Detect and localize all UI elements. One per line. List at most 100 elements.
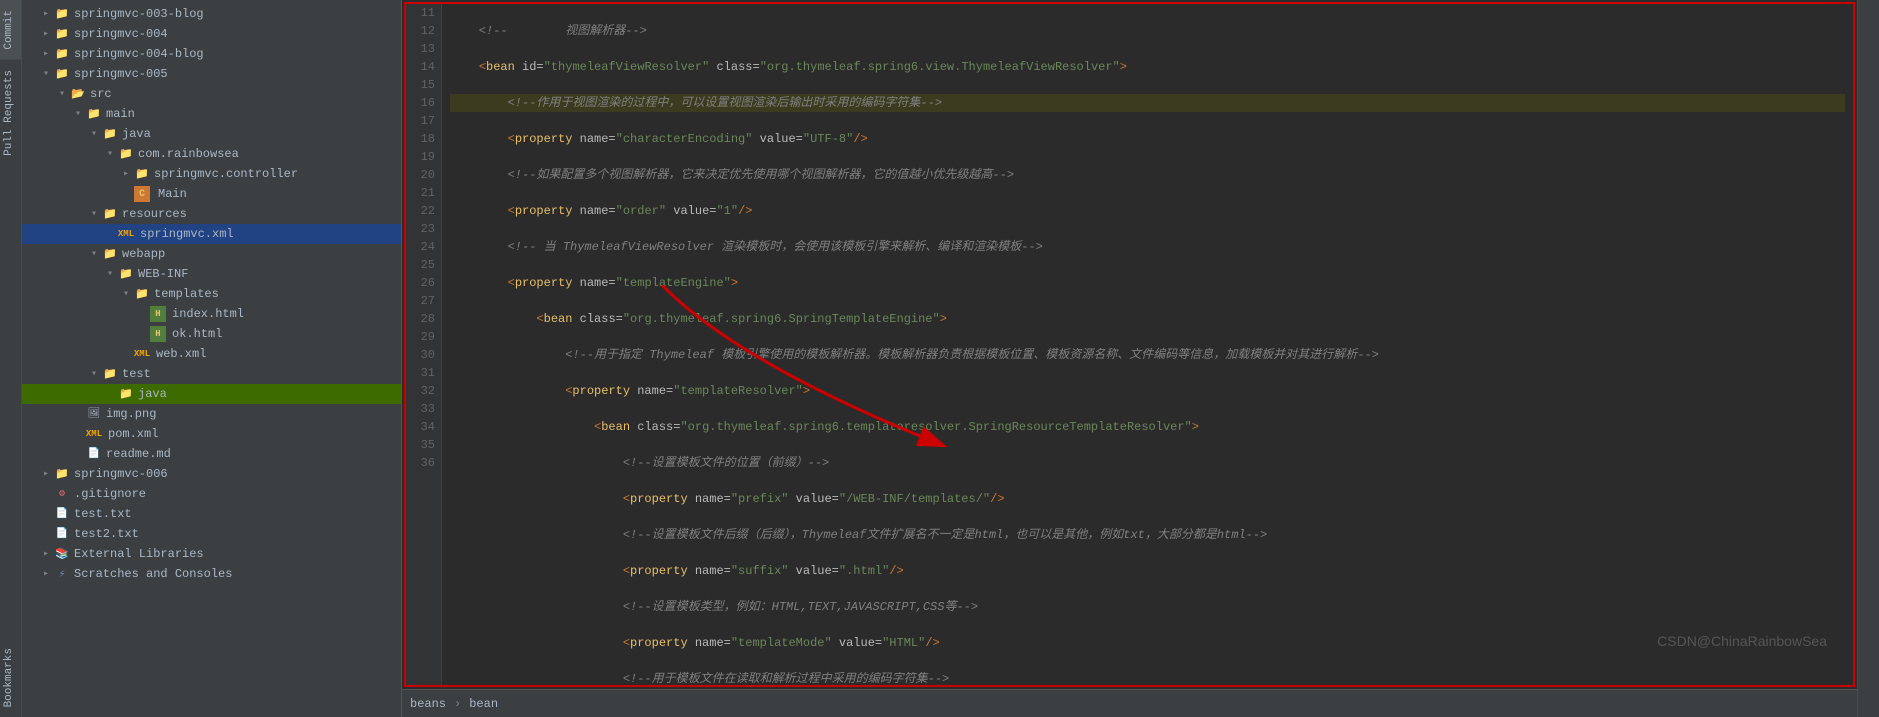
code-line-12: <bean id="thymeleafViewResolver" class="…	[450, 58, 1845, 76]
tree-label: test.txt	[74, 507, 132, 521]
scratches-icon: ⚡	[54, 566, 70, 582]
code-line-25: <!--设置模板文件后缀（后缀），Thymeleaf文件扩展名不一定是html，…	[450, 526, 1845, 544]
tree-label: springmvc-005	[74, 67, 168, 81]
img-file-icon: 🖼	[86, 406, 102, 422]
code-line-26: <property name="suffix" value=".html"/>	[450, 562, 1845, 580]
tree-item-resources[interactable]: 📁 resources	[22, 204, 401, 224]
folder-icon: 📁	[118, 146, 134, 162]
tree-item-index-html[interactable]: H index.html	[22, 304, 401, 324]
folder-icon: 📁	[118, 266, 134, 282]
tree-item-java[interactable]: 📁 java	[22, 124, 401, 144]
tree-item-scratches[interactable]: ⚡ Scratches and Consoles	[22, 564, 401, 584]
tree-arrow	[86, 128, 102, 140]
tree-item-gitignore[interactable]: ⚙ .gitignore	[22, 484, 401, 504]
tree-item-test-java[interactable]: 📁 java	[22, 384, 401, 404]
right-tool-strip	[1857, 0, 1879, 717]
xml-file-icon: XML	[86, 426, 102, 442]
tree-item-springmvc-003-blog[interactable]: 📁 springmvc-003-blog	[22, 4, 401, 24]
breadcrumb-bean: bean	[469, 697, 498, 711]
tree-arrow	[118, 168, 134, 180]
tree-item-pom-xml[interactable]: XML pom.xml	[22, 424, 401, 444]
tree-item-templates[interactable]: 📁 templates	[22, 284, 401, 304]
code-line-29: <!--用于模板文件在读取和解析过程中采用的编码字符集-->	[450, 670, 1845, 685]
tree-arrow	[86, 248, 102, 260]
editor-wrapper: 11 12 13 14 15 16 17 18 19 20 21 22 23 2…	[402, 0, 1857, 689]
scratches-label: Scratches and Consoles	[74, 567, 232, 581]
tree-arrow	[102, 268, 118, 280]
folder-src-icon: 📂	[70, 86, 86, 102]
tree-arrow	[86, 368, 102, 380]
java-file-icon: C	[134, 186, 150, 202]
editor-area: 11 12 13 14 15 16 17 18 19 20 21 22 23 2…	[404, 2, 1855, 687]
pull-requests-tool[interactable]: Pull Requests	[0, 60, 21, 166]
tree-item-img-png[interactable]: 🖼 img.png	[22, 404, 401, 424]
tree-item-readme-md[interactable]: 📄 readme.md	[22, 444, 401, 464]
folder-icon: 📁	[102, 246, 118, 262]
tree-item-WEB-INF[interactable]: 📁 WEB-INF	[22, 264, 401, 284]
folder-icon: 📁	[54, 46, 70, 62]
breadcrumb-beans: beans	[410, 697, 446, 711]
tree-item-test2-txt[interactable]: 📄 test2.txt	[22, 524, 401, 544]
tree-item-main[interactable]: 📁 main	[22, 104, 401, 124]
folder-icon: 📁	[102, 206, 118, 222]
folder-java-icon: 📁	[102, 126, 118, 142]
tree-item-test[interactable]: 📁 test	[22, 364, 401, 384]
code-line-22: <bean class="org.thymeleaf.spring6.templ…	[450, 418, 1845, 436]
tree-label: ok.html	[172, 327, 222, 341]
tree-item-web-xml[interactable]: XML web.xml	[22, 344, 401, 364]
tree-item-ok-html[interactable]: H ok.html	[22, 324, 401, 344]
bookmarks-tool[interactable]: Bookmarks	[0, 638, 21, 717]
tree-label: springmvc.controller	[154, 167, 298, 181]
tree-label: resources	[122, 207, 187, 221]
code-line-19: <bean class="org.thymeleaf.spring6.Sprin…	[450, 310, 1845, 328]
project-sidebar: 📁 springmvc-003-blog 📁 springmvc-004 📁 s…	[22, 0, 402, 717]
tree-item-webapp[interactable]: 📁 webapp	[22, 244, 401, 264]
tree-label: springmvc-004-blog	[74, 47, 204, 61]
txt-file-icon: 📄	[54, 526, 70, 542]
tree-arrow	[38, 48, 54, 60]
tree-label: springmvc.xml	[140, 227, 234, 241]
tree-arrow	[38, 548, 54, 560]
tree-item-external-libraries[interactable]: 📚 External Libraries	[22, 544, 401, 564]
tree-item-springmvc-005[interactable]: 📁 springmvc-005	[22, 64, 401, 84]
tree-label: readme.md	[106, 447, 171, 461]
breadcrumb-bar: beans › bean	[402, 689, 1857, 717]
tree-arrow	[70, 108, 86, 120]
tree-item-springmvc-006[interactable]: 📁 springmvc-006	[22, 464, 401, 484]
code-line-11: <!-- 视图解析器-->	[450, 22, 1845, 40]
tree-arrow	[38, 568, 54, 580]
tree-item-test-txt[interactable]: 📄 test.txt	[22, 504, 401, 524]
html-file-icon: H	[150, 306, 166, 322]
tree-arrow	[54, 88, 70, 100]
tree-item-com-rainbowsea[interactable]: 📁 com.rainbowsea	[22, 144, 401, 164]
code-line-14: <property name="characterEncoding" value…	[450, 130, 1845, 148]
tree-arrow	[38, 68, 54, 80]
tree-item-springmvc-controller[interactable]: 📁 springmvc.controller	[22, 164, 401, 184]
code-line-21: <property name="templateResolver">	[450, 382, 1845, 400]
xml-file-icon: XML	[134, 346, 150, 362]
code-line-13: <!--作用于视图渲染的过程中，可以设置视图渲染后输出时采用的编码字符集-->	[450, 94, 1845, 112]
tree-label: .gitignore	[74, 487, 146, 501]
folder-java-icon: 📁	[118, 386, 134, 402]
tree-item-springmvc-004[interactable]: 📁 springmvc-004	[22, 24, 401, 44]
tree-label: test	[122, 367, 151, 381]
tree-item-springmvc-xml[interactable]: XML springmvc.xml	[22, 224, 401, 244]
tree-arrow-springmvc-003-blog	[38, 8, 54, 20]
code-line-15: <!--如果配置多个视图解析器，它来决定优先使用哪个视图解析器，它的值越小优先级…	[450, 166, 1845, 184]
tree-item-src[interactable]: 📂 src	[22, 84, 401, 104]
code-line-16: <property name="order" value="1"/>	[450, 202, 1845, 220]
xml-file-icon: XML	[118, 226, 134, 242]
tree-item-springmvc-004-blog[interactable]: 📁 springmvc-004-blog	[22, 44, 401, 64]
code-line-24: <property name="prefix" value="/WEB-INF/…	[450, 490, 1845, 508]
commit-tool[interactable]: Commit	[0, 0, 21, 60]
tree-arrow	[38, 28, 54, 40]
tree-item-Main[interactable]: C Main	[22, 184, 401, 204]
external-libs-icon: 📚	[54, 546, 70, 562]
txt-file-icon: 📄	[54, 506, 70, 522]
tree-label: java	[122, 127, 151, 141]
gitignore-icon: ⚙	[54, 486, 70, 502]
code-line-20: <!--用于指定 Thymeleaf 模板引擎使用的模板解析器。模板解析器负责根…	[450, 346, 1845, 364]
code-container[interactable]: 11 12 13 14 15 16 17 18 19 20 21 22 23 2…	[406, 4, 1853, 685]
editor-panel: 11 12 13 14 15 16 17 18 19 20 21 22 23 2…	[402, 0, 1857, 717]
code-line-23: <!--设置模板文件的位置（前缀）-->	[450, 454, 1845, 472]
